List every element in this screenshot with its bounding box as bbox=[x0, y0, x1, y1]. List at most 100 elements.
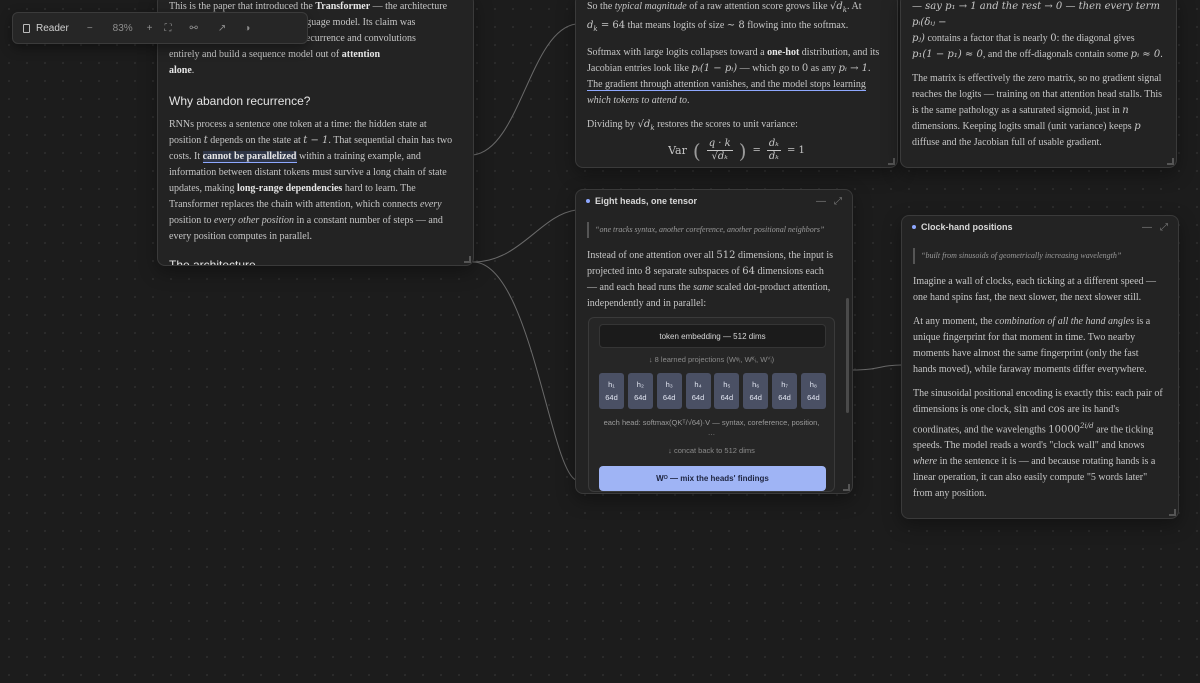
eq-one: = 1 bbox=[786, 144, 805, 156]
heads-row: h₁ 64d h₂ 64d h₃ 64d h₄ 64d h₅ 64d h₆ 64d h₇ 64… bbox=[599, 373, 826, 409]
jacobian-line-0: — say p₁ → 1 and the rest → 0 — then eve… bbox=[912, 1, 1160, 28]
eq-var: Var bbox=[668, 143, 687, 157]
head-dim: 64d bbox=[605, 393, 618, 402]
zero-matrix-text-2: reaches the logits — training on that at… bbox=[912, 89, 1163, 100]
wo-mix-button[interactable]: Wᴼ — mix the heads' findings bbox=[599, 466, 826, 491]
section-title-architecture: The architecture bbox=[169, 258, 256, 266]
math-approx-8: ∼ 8 bbox=[726, 20, 745, 31]
head-box[interactable]: h₈ 64d bbox=[800, 373, 826, 409]
resize-handle[interactable] bbox=[464, 256, 471, 263]
hierarchy-icon[interactable]: ⚯ bbox=[190, 23, 198, 34]
heads-text-2a: projected into bbox=[587, 266, 645, 277]
rnn-text-5a: updates, making bbox=[169, 183, 238, 194]
clock-text-9b: are the ticking bbox=[1093, 424, 1154, 436]
rnn-text-6a: Transformer replaces the chain with atte… bbox=[169, 199, 420, 210]
one-hot-term: one-hot bbox=[767, 47, 800, 58]
head-box[interactable]: h₂ 64d bbox=[627, 373, 653, 409]
rnn-text-7b: in a constant number of steps — and bbox=[294, 215, 443, 226]
every-term: every bbox=[419, 199, 442, 210]
scrollbar[interactable] bbox=[846, 298, 849, 413]
softmax-text-2b: — which go to bbox=[737, 63, 802, 74]
rnn-text-8: every position computes in parallel. bbox=[169, 231, 313, 242]
ellipsis: … bbox=[707, 428, 716, 437]
resize-handle[interactable] bbox=[1167, 158, 1174, 165]
concat-caption: ↓ concat back to 512 dims bbox=[668, 446, 755, 455]
head-box[interactable]: h₃ 64d bbox=[656, 373, 682, 409]
card-header[interactable]: Eight heads, one tensor — ⤢ bbox=[576, 190, 852, 212]
transformer-term: Transformer bbox=[315, 1, 371, 12]
intro-text-tail: — the architecture bbox=[370, 1, 448, 12]
softmax-text-2a: Jacobian entries look like bbox=[587, 63, 692, 74]
clock-text-10: speeds. The model reads a word's "clock … bbox=[913, 440, 1145, 452]
heads-text-2b: separate subspaces of bbox=[651, 266, 743, 277]
minimize-icon[interactable]: — bbox=[816, 196, 826, 207]
head-dim: 64d bbox=[720, 393, 734, 402]
scale-text-1c: . At bbox=[847, 1, 862, 12]
zero-matrix-text-3: is the same pathology as a saturated sig… bbox=[912, 105, 1123, 116]
math-p1: p₁(1 − p₁) ≈ 0 bbox=[912, 49, 983, 60]
math-t-minus-1: t − 1 bbox=[303, 135, 329, 146]
zoom-in-button[interactable]: + bbox=[147, 23, 153, 34]
dividing-text-a: Dividing by bbox=[587, 119, 638, 130]
open-external-icon[interactable]: ↗ bbox=[218, 23, 226, 34]
resize-handle[interactable] bbox=[888, 158, 895, 165]
clock-text-8c: are its hand's bbox=[1064, 404, 1120, 415]
math-exponent: 2i/d bbox=[1080, 422, 1094, 430]
combination-term: combination of all the hand angles bbox=[994, 316, 1135, 327]
card-quote: “built from sinusoids of geometrically i… bbox=[913, 248, 1167, 264]
zoom-out-button[interactable]: − bbox=[87, 23, 93, 34]
fit-screen-icon[interactable]: ⛶ bbox=[165, 23, 172, 34]
resize-handle[interactable] bbox=[843, 484, 850, 491]
eight-heads-card[interactable]: Eight heads, one tensor — ⤢ “one tracks … bbox=[575, 189, 853, 494]
jacobian-text-2a: , and the off-diagonals contain some bbox=[982, 49, 1131, 60]
highlight-cannot-parallelize[interactable]: cannot be parallelized bbox=[202, 151, 297, 163]
period-2: . bbox=[868, 63, 871, 74]
math-pj: pⱼ) bbox=[912, 33, 925, 44]
eq-fraction-qk: q · k √dₖ bbox=[706, 138, 733, 163]
math-64: 64 bbox=[742, 266, 755, 277]
minimize-icon[interactable]: — bbox=[1142, 222, 1152, 233]
eq-fraction-dk: dₖ dₖ bbox=[766, 138, 781, 163]
scaling-card[interactable]: So the typical magnitude of a raw attent… bbox=[575, 0, 898, 168]
head-box[interactable]: h₇ 64d bbox=[772, 373, 798, 409]
softmax-text-1c: distribution, and its bbox=[799, 47, 880, 58]
expand-icon[interactable]: ⤢ bbox=[1160, 222, 1168, 233]
where-term: where bbox=[913, 456, 938, 468]
softmax-text-1a: Softmax with large logits collapses towa… bbox=[587, 47, 768, 58]
clock-text-2: one hand spins fast, the next slower, th… bbox=[913, 292, 1142, 303]
period: . bbox=[191, 65, 195, 76]
clock-text-7: The sinusoidal positional encoding is ex… bbox=[913, 388, 1163, 399]
clock-text-8a: dimensions is one clock, bbox=[913, 404, 1014, 415]
reader-label: Reader bbox=[36, 22, 69, 34]
clock-text-13: from any position. bbox=[913, 488, 987, 500]
card-dot-icon bbox=[912, 225, 916, 229]
clock-text-5: moments have almost the same fingerprint… bbox=[913, 348, 1139, 359]
head-name: h₁ bbox=[608, 380, 615, 389]
head-dim: 64d bbox=[749, 393, 762, 402]
head-box[interactable]: h₄ 64d bbox=[685, 373, 711, 409]
math-cos: cos bbox=[1048, 404, 1065, 415]
head-name: h₅ bbox=[723, 380, 731, 389]
math-pi-approx-0: pᵢ ≈ 0 bbox=[1130, 49, 1161, 60]
reader-mode-button[interactable]: Reader bbox=[23, 23, 69, 34]
math-p-to-1: pᵢ → 1 bbox=[838, 63, 869, 74]
card-header[interactable]: Clock-hand positions — ⤢ bbox=[902, 216, 1178, 238]
head-box[interactable]: h₆ 64d bbox=[743, 373, 769, 409]
theme-toggle-icon[interactable]: ◑ bbox=[244, 23, 250, 34]
rnn-text-5c: hard to learn. The bbox=[342, 183, 416, 194]
head-name: h₆ bbox=[752, 380, 760, 389]
heads-text-2c: dimensions each bbox=[754, 266, 824, 277]
math-eq-64: = 64 bbox=[597, 20, 626, 31]
intro-line-4: entirely and build a sequence model out … bbox=[169, 49, 342, 60]
expand-icon[interactable]: ⤢ bbox=[834, 196, 842, 207]
resize-handle[interactable] bbox=[1169, 509, 1176, 516]
rnn-text-4: information between distant tokens must … bbox=[169, 167, 447, 178]
highlight-gradient-vanishes[interactable]: The gradient through attention vanishes,… bbox=[587, 79, 866, 91]
clock-hand-card[interactable]: Clock-hand positions — ⤢ “built from sin… bbox=[901, 215, 1179, 519]
every-other-position-term: every other position bbox=[214, 215, 294, 226]
math-jacobian: pᵢ(1 − pᵢ) bbox=[691, 63, 738, 74]
jacobian-card[interactable]: — say p₁ → 1 and the rest → 0 — then eve… bbox=[900, 0, 1177, 168]
head-box[interactable]: h₁ 64d bbox=[599, 373, 624, 409]
rnn-text-3a: costs. It bbox=[169, 151, 203, 162]
head-box[interactable]: h₅ 64d bbox=[714, 373, 740, 409]
